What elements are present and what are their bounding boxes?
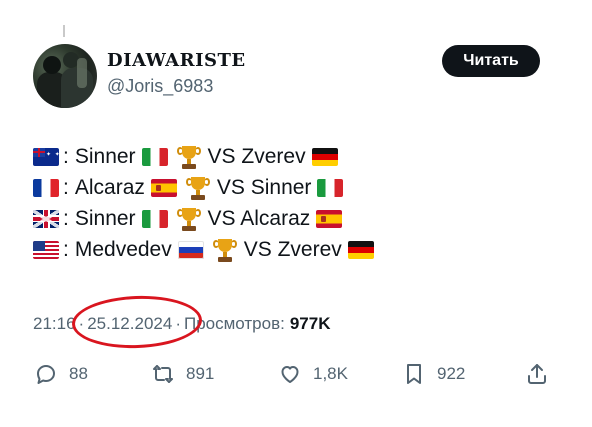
player-name: Medvedev [74, 237, 172, 261]
trophy-icon [176, 144, 202, 170]
opponent-text: VS Sinner [216, 175, 312, 199]
italy-flag-icon [317, 178, 344, 197]
tweet-line: : Alcaraz VS Sinner [33, 172, 553, 203]
trophy-icon [185, 175, 211, 201]
repost-button[interactable]: 891 [150, 358, 214, 390]
share-button[interactable] [524, 358, 550, 390]
share-icon [524, 361, 550, 387]
trophy-icon [212, 237, 238, 263]
bookmark-button[interactable]: 922 [401, 358, 465, 390]
player-name: Sinner [74, 206, 136, 230]
tweet-line: : Sinner VS Zverev [33, 141, 553, 172]
germany-flag-icon [347, 240, 374, 259]
tweet-time[interactable]: 21:16 [33, 314, 76, 334]
author-handle[interactable]: @Joris_6983 [107, 76, 213, 97]
opponent-text: VS Zverev [243, 237, 342, 261]
author-display-name[interactable]: DIAWARISTE [107, 50, 246, 71]
like-count: 1,8K [313, 364, 348, 383]
action-bar: 88 891 1,8K 922 [33, 358, 553, 390]
tweet-line: : Sinner VS Alcaraz [33, 203, 553, 234]
tweet-line: : Medvedev VS Zverev [33, 234, 553, 265]
avatar[interactable] [33, 44, 97, 108]
reply-count: 88 [69, 364, 88, 383]
divider-tick [63, 25, 65, 37]
like-button[interactable]: 1,8K [277, 358, 348, 390]
reply-button[interactable]: 88 [33, 358, 88, 390]
spain-flag-icon [150, 178, 177, 197]
trophy-icon [176, 206, 202, 232]
italy-flag-icon [141, 209, 168, 228]
tweet-text: : Sinner VS Zverev : Alcaraz VS Sinner :… [33, 141, 553, 265]
views-count: 977K [289, 314, 331, 333]
date-highlight-circle [71, 293, 203, 351]
spain-flag-icon [316, 209, 343, 228]
opponent-text: VS Zverev [207, 144, 306, 168]
player-name: Alcaraz [74, 175, 145, 199]
separator: : [63, 144, 69, 168]
opponent-text: VS Alcaraz [207, 206, 311, 230]
separator: : [63, 237, 69, 261]
separator: : [63, 175, 69, 199]
bookmark-count: 922 [437, 364, 466, 383]
germany-flag-icon [311, 147, 338, 166]
read-button[interactable]: Читать [442, 45, 540, 77]
australia-flag-icon [33, 147, 59, 166]
reply-icon [33, 361, 59, 387]
repost-icon [150, 361, 176, 387]
russia-flag-icon [177, 240, 204, 259]
italy-flag-icon [141, 147, 168, 166]
heart-icon [277, 361, 303, 387]
uk-flag-icon [33, 209, 59, 228]
player-name: Sinner [74, 144, 136, 168]
repost-count: 891 [186, 364, 215, 383]
usa-flag-icon [33, 240, 59, 259]
bookmark-icon [401, 361, 427, 387]
separator: : [63, 206, 69, 230]
france-flag-icon [33, 178, 59, 197]
